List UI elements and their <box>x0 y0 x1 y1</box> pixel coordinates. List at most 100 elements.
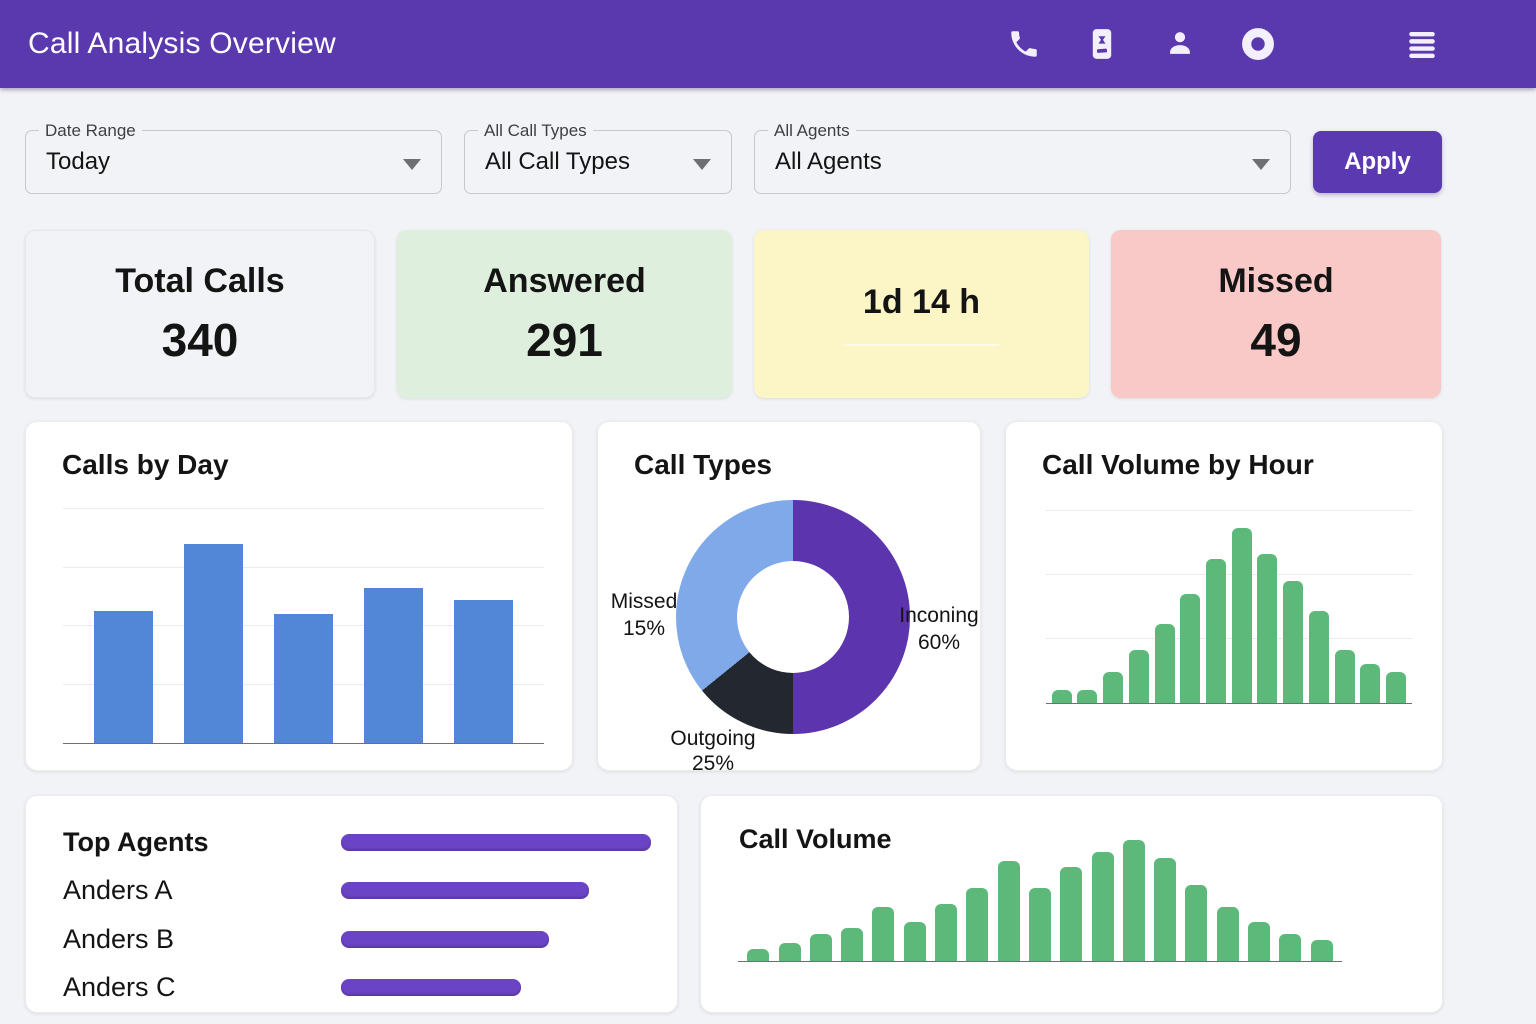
gridline <box>63 508 544 509</box>
bar <box>1052 690 1072 703</box>
bar-group <box>1046 515 1412 703</box>
bar <box>1335 650 1355 703</box>
call-volume-by-hour-chart <box>1046 515 1412 704</box>
pie-label-incoming: Inconing 60% <box>894 602 984 656</box>
bar <box>1077 690 1097 703</box>
chevron-down-icon <box>1252 159 1270 170</box>
header-icon-bar <box>1006 26 1440 62</box>
bar-group <box>738 842 1342 961</box>
top-agents-card: Top Agents Anders A Anders B Anders C <box>25 795 678 1013</box>
bar <box>1103 672 1123 703</box>
donut-hole <box>737 561 849 673</box>
call-types-donut-chart <box>676 500 910 734</box>
agent-bar-track <box>341 882 651 899</box>
stat-title: Missed <box>1218 262 1333 301</box>
agent-row: Anders B <box>63 915 651 964</box>
agent-bar <box>341 882 589 899</box>
date-range-select[interactable]: Date Range Today <box>25 130 442 194</box>
stat-title: 1d 14 h <box>863 283 980 322</box>
apply-button[interactable]: Apply <box>1313 131 1442 193</box>
call-volume-chart <box>738 842 1342 962</box>
bar <box>998 861 1020 961</box>
bar <box>1154 858 1176 961</box>
agents-select[interactable]: All Agents All Agents <box>754 130 1291 194</box>
bar <box>1155 624 1175 703</box>
answered-card: Answered 291 <box>397 230 732 398</box>
agent-label: Top Agents <box>63 827 341 858</box>
pie-label-missed: Missed 15% <box>598 588 690 642</box>
date-range-value: Today <box>46 148 110 176</box>
bar <box>1360 664 1380 703</box>
bar <box>1257 554 1277 703</box>
chart-title: Call Volume by Hour <box>1042 449 1314 481</box>
bar <box>1309 611 1329 703</box>
contact-card-icon[interactable] <box>1084 26 1120 62</box>
call-types-value: All Call Types <box>485 148 630 176</box>
bar <box>364 588 423 743</box>
bar <box>1386 672 1406 703</box>
bar <box>1060 867 1082 961</box>
chart-row: Calls by Day Call Types Missed 15% Incon… <box>25 421 1443 771</box>
bar <box>841 928 863 961</box>
stat-title: Total Calls <box>115 262 284 301</box>
agent-bar <box>341 979 521 996</box>
stat-value: 291 <box>526 313 603 367</box>
filter-bar: Date Range Today All Call Types All Call… <box>25 130 1443 194</box>
duration-card: 1d 14 h <box>754 230 1089 398</box>
call-volume-by-hour-card: Call Volume by Hour <box>1005 421 1443 771</box>
agent-row: Anders A <box>63 867 651 916</box>
bar <box>1232 528 1252 703</box>
gridline <box>1046 510 1412 511</box>
agent-bar <box>341 931 549 948</box>
agent-row: Anders C <box>63 964 651 1013</box>
bar <box>1185 885 1207 961</box>
bar <box>94 611 153 743</box>
call-types-select[interactable]: All Call Types All Call Types <box>464 130 732 194</box>
chart-title: Calls by Day <box>62 449 229 481</box>
top-agents-chart: Top Agents Anders A Anders B Anders C <box>63 818 651 1012</box>
chevron-down-icon <box>693 159 711 170</box>
bar <box>810 934 832 961</box>
bottom-row: Top Agents Anders A Anders B Anders C Call … <box>25 795 1443 1013</box>
total-calls-card: Total Calls 340 <box>25 230 375 398</box>
bar <box>1129 650 1149 703</box>
stat-value: 340 <box>162 313 239 367</box>
bar <box>1217 907 1239 961</box>
bar <box>184 544 243 743</box>
record-icon[interactable] <box>1240 26 1276 62</box>
main-content: Date Range Today All Call Types All Call… <box>0 88 1536 1013</box>
calls-by-day-chart <box>63 512 544 744</box>
bar <box>1283 581 1303 703</box>
bar <box>454 600 513 743</box>
bar <box>1123 840 1145 961</box>
phone-icon[interactable] <box>1006 26 1042 62</box>
menu-icon[interactable] <box>1404 26 1440 62</box>
stat-cards: Total Calls 340 Answered 291 1d 14 h Mis… <box>25 230 1443 398</box>
bar <box>1092 852 1114 961</box>
stat-title: Answered <box>483 262 646 301</box>
calls-by-day-card: Calls by Day <box>25 421 573 771</box>
call-types-label: All Call Types <box>478 121 593 141</box>
bar <box>1279 934 1301 961</box>
bar <box>1311 940 1333 961</box>
bar <box>1029 888 1051 961</box>
agent-row: Top Agents <box>63 818 651 867</box>
app-header: Call Analysis Overview <box>0 0 1536 88</box>
date-range-label: Date Range <box>39 121 142 141</box>
bar <box>904 922 926 961</box>
bar <box>935 904 957 961</box>
agent-bar-track <box>341 979 651 996</box>
bar <box>747 949 769 961</box>
pie-label-outgoing: Outgoing 25% <box>648 726 778 776</box>
bar-group <box>63 512 544 743</box>
agents-label: All Agents <box>768 121 856 141</box>
bar <box>1206 559 1226 703</box>
person-icon[interactable] <box>1162 26 1198 62</box>
agent-label: Anders A <box>63 875 341 906</box>
bar <box>872 907 894 961</box>
call-volume-card: Call Volume <box>700 795 1443 1013</box>
agent-label: Anders B <box>63 924 341 955</box>
call-types-card: Call Types Missed 15% Inconing 60% Outgo… <box>597 421 981 771</box>
bar <box>779 943 801 961</box>
bar <box>1180 594 1200 703</box>
